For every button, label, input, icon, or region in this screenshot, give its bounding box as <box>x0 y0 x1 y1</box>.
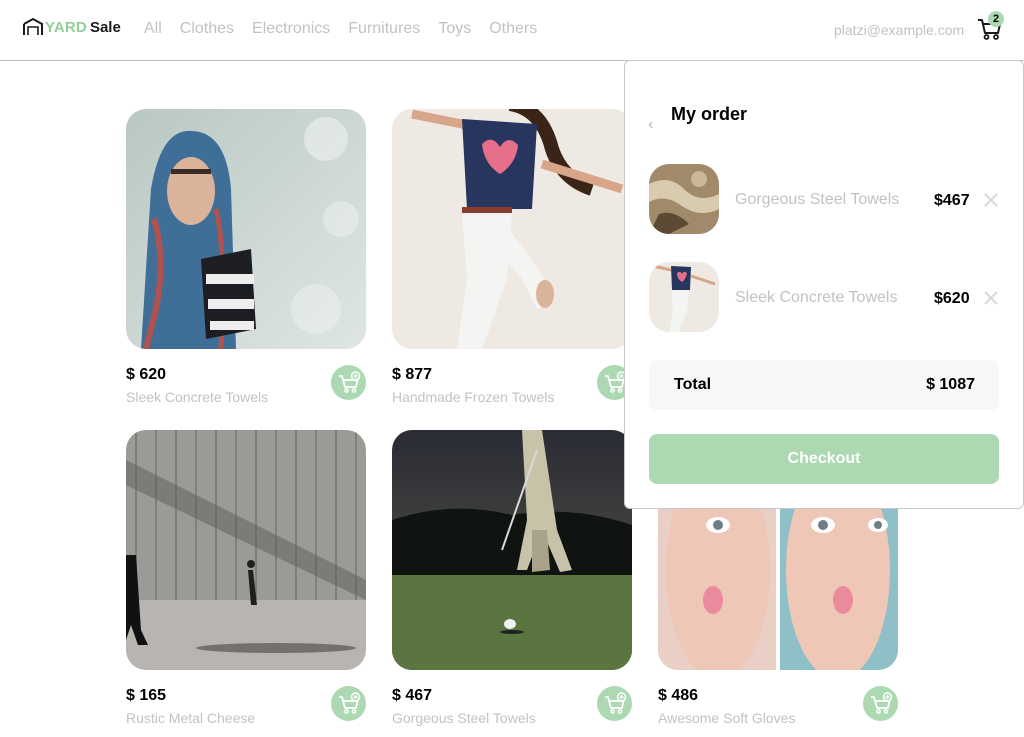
woman-jumping-photo <box>649 262 719 332</box>
order-item-price: $467 <box>934 192 970 209</box>
street-wall-photo[interactable] <box>126 430 366 670</box>
product-name: Sleek Concrete Towels <box>126 389 269 405</box>
nav-link-electronics[interactable]: Electronics <box>252 20 330 38</box>
total-label: Total <box>674 376 712 393</box>
checkout-button[interactable]: Checkout <box>649 434 999 484</box>
order-item-price: $620 <box>934 290 970 307</box>
golfer-night-photo[interactable] <box>392 430 632 670</box>
product-card[interactable]: $ 877 Handmade Frozen Towels <box>392 109 632 405</box>
product-name: Handmade Frozen Towels <box>392 389 555 405</box>
order-item-name: Sleek Concrete Towels <box>735 289 898 306</box>
aerial-terrain-photo <box>649 164 719 234</box>
close-icon[interactable] <box>983 290 999 306</box>
add-to-cart-button[interactable] <box>863 686 898 721</box>
product-price: $ 467 <box>392 687 433 704</box>
add-to-cart-icon <box>604 691 626 714</box>
user-email[interactable]: platzi@example.com <box>834 22 964 38</box>
product-name: Awesome Soft Gloves <box>658 710 796 726</box>
nav-link-clothes[interactable]: Clothes <box>180 20 234 38</box>
order-item: Sleek Concrete Towels $620 <box>649 262 1001 332</box>
logo-sale-text: Sale <box>89 18 121 36</box>
category-nav: All Clothes Electronics Furnitures Toys … <box>144 20 537 38</box>
nav-link-others[interactable]: Others <box>489 20 537 38</box>
nav-link-furnitures[interactable]: Furnitures <box>348 20 420 38</box>
product-name: Gorgeous Steel Towels <box>392 710 536 726</box>
garage-logo-icon <box>23 17 43 35</box>
product-price: $ 486 <box>658 687 699 704</box>
close-icon[interactable] <box>983 192 999 208</box>
add-to-cart-button[interactable] <box>597 686 632 721</box>
cart-count-badge: 2 <box>988 11 1004 27</box>
add-to-cart-icon <box>604 370 626 393</box>
add-to-cart-button[interactable] <box>331 365 366 400</box>
product-price: $ 165 <box>126 687 167 704</box>
woman-in-scarf-photo[interactable] <box>126 109 366 349</box>
product-name: Rustic Metal Cheese <box>126 710 256 726</box>
product-card[interactable]: $ 165 Rustic Metal Cheese <box>126 430 366 726</box>
add-to-cart-icon <box>338 370 360 393</box>
total-value: $ 1087 <box>926 376 975 393</box>
order-panel: ‹ My order Gorgeous Steel Towels $467 Sl… <box>624 60 1024 509</box>
order-title: My order <box>671 104 748 124</box>
product-price: $ 620 <box>126 366 167 383</box>
order-item-name: Gorgeous Steel Towels <box>735 191 900 208</box>
cart-button[interactable]: 2 <box>976 11 1004 42</box>
product-price: $ 877 <box>392 366 433 383</box>
navbar: YARD Sale All Clothes Electronics Furnit… <box>0 0 1024 61</box>
nav-link-all[interactable]: All <box>144 20 162 38</box>
add-to-cart-icon <box>870 691 892 714</box>
order-total: Total $ 1087 <box>649 360 999 410</box>
order-item: Gorgeous Steel Towels $467 <box>649 164 1001 234</box>
logo-yard-text: YARD <box>45 18 87 36</box>
logo[interactable]: YARD Sale <box>23 17 121 37</box>
woman-jumping-photo[interactable] <box>392 109 632 349</box>
product-card[interactable]: $ 620 Sleek Concrete Towels <box>126 109 366 405</box>
chevron-left-icon[interactable]: ‹ <box>648 116 653 134</box>
add-to-cart-button[interactable] <box>331 686 366 721</box>
nav-link-toys[interactable]: Toys <box>438 20 471 38</box>
product-card[interactable]: $ 467 Gorgeous Steel Towels <box>392 430 632 726</box>
add-to-cart-icon <box>338 691 360 714</box>
